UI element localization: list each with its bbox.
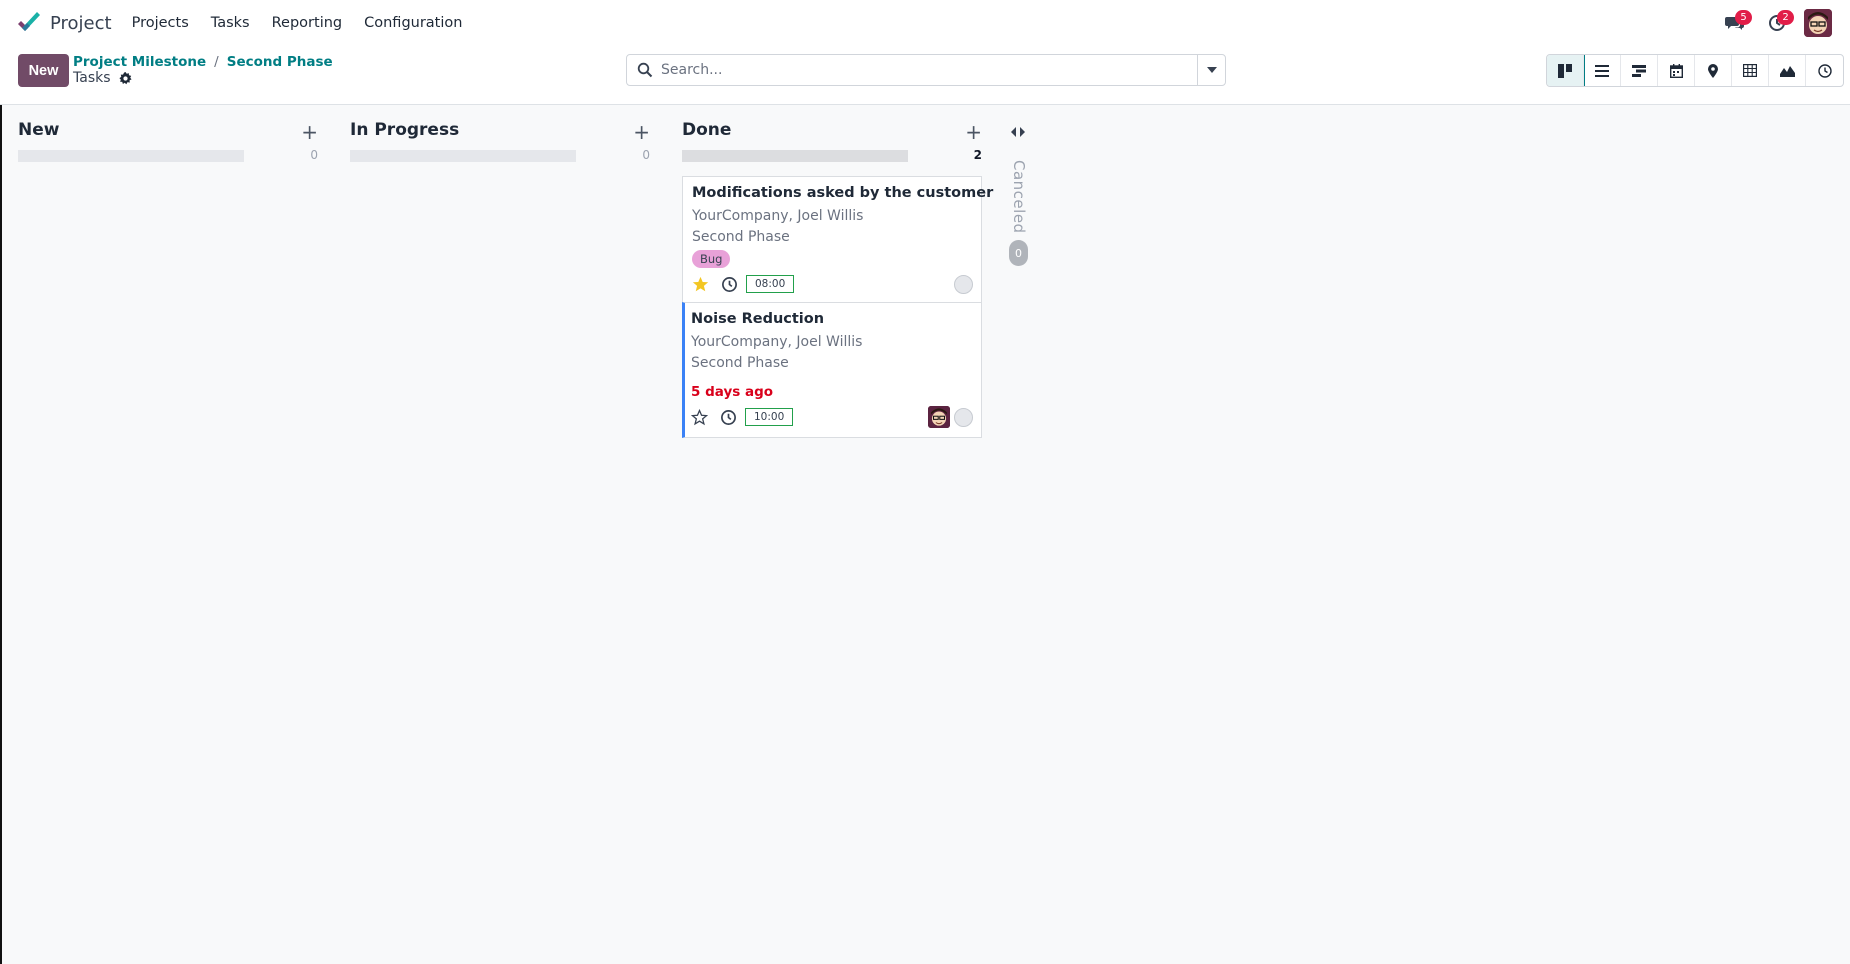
clock-icon[interactable] bbox=[720, 409, 737, 426]
list-icon bbox=[1595, 64, 1609, 77]
main-menu: Projects Tasks Reporting Configuration bbox=[132, 15, 485, 31]
column-progress-bar[interactable] bbox=[350, 150, 576, 162]
page-title: Tasks bbox=[73, 70, 132, 86]
task-title: Noise Reduction bbox=[691, 311, 825, 327]
search-bar bbox=[626, 54, 1226, 86]
view-activity-button[interactable] bbox=[1806, 55, 1843, 86]
column-count: 0 bbox=[642, 148, 650, 162]
view-switcher bbox=[1546, 54, 1844, 87]
star-filled-icon[interactable] bbox=[692, 276, 709, 293]
activities-button[interactable]: 2 bbox=[1760, 8, 1794, 38]
folded-column-title: Canceled bbox=[1010, 160, 1028, 234]
kanban-icon bbox=[1558, 63, 1572, 78]
pivot-icon bbox=[1743, 64, 1757, 77]
view-calendar-button[interactable] bbox=[1658, 55, 1695, 86]
column-quick-add-button[interactable]: + bbox=[633, 120, 650, 144]
kanban-board: New + 0 In Progress + 0 Done + 2 Modific… bbox=[0, 106, 1850, 964]
avatar-face-icon bbox=[928, 406, 950, 428]
column-count: 0 bbox=[310, 148, 318, 162]
column-progress-bar[interactable] bbox=[18, 150, 244, 162]
task-state-toggle[interactable] bbox=[954, 407, 973, 427]
task-state-toggle[interactable] bbox=[954, 274, 973, 294]
star-outline-icon[interactable] bbox=[691, 408, 708, 426]
column-count: 2 bbox=[973, 148, 982, 162]
kanban-column-done: Done + 2 Modifications asked by the cust… bbox=[682, 106, 993, 446]
task-milestone: Second Phase bbox=[691, 355, 789, 371]
breadcrumb-project-milestone[interactable]: Project Milestone bbox=[73, 54, 206, 70]
graph-icon bbox=[1779, 65, 1795, 77]
kanban-column-canceled-folded[interactable]: Canceled 0 bbox=[1006, 106, 1032, 266]
view-gantt-button[interactable] bbox=[1621, 55, 1658, 86]
task-title: Modifications asked by the customer bbox=[692, 185, 994, 201]
task-footer: 10:00 bbox=[691, 406, 973, 428]
column-quick-add-button[interactable]: + bbox=[965, 120, 982, 144]
column-header: In Progress + bbox=[350, 120, 650, 144]
view-list-button[interactable] bbox=[1584, 55, 1621, 86]
task-card[interactable]: Noise Reduction YourCompany, Joel Willis… bbox=[682, 302, 982, 438]
breadcrumb-separator: / bbox=[214, 54, 219, 70]
search-icon bbox=[637, 62, 653, 78]
map-pin-icon bbox=[1708, 63, 1718, 78]
menu-reporting[interactable]: Reporting bbox=[272, 15, 343, 31]
avatar-face-icon bbox=[1804, 9, 1832, 37]
top-navbar: Project Projects Tasks Reporting Configu… bbox=[0, 0, 1850, 46]
menu-configuration[interactable]: Configuration bbox=[364, 15, 462, 31]
view-pivot-button[interactable] bbox=[1732, 55, 1769, 86]
activities-badge: 2 bbox=[1777, 10, 1794, 25]
column-header: Done + bbox=[682, 120, 982, 144]
task-tag: Bug bbox=[692, 250, 731, 268]
app-name: Project bbox=[50, 12, 112, 34]
systray: 5 2 bbox=[1710, 8, 1832, 38]
caret-down-icon bbox=[1206, 67, 1217, 73]
task-footer: 08:00 bbox=[692, 274, 973, 294]
gantt-icon bbox=[1632, 64, 1646, 77]
task-milestone: Second Phase bbox=[692, 229, 790, 245]
breadcrumb-second-phase[interactable]: Second Phase bbox=[227, 54, 333, 70]
column-title: Done bbox=[682, 120, 732, 140]
gear-icon[interactable] bbox=[118, 71, 132, 85]
activity-icon bbox=[1817, 63, 1832, 78]
expand-column-icon[interactable] bbox=[1010, 126, 1026, 138]
project-logo-icon bbox=[18, 12, 40, 31]
column-header: New + bbox=[18, 120, 318, 144]
column-quick-add-button[interactable]: + bbox=[301, 120, 318, 144]
task-company: YourCompany, Joel Willis bbox=[692, 208, 864, 224]
task-card[interactable]: Modifications asked by the customer Your… bbox=[682, 176, 993, 303]
messages-button[interactable]: 5 bbox=[1718, 8, 1752, 38]
view-map-button[interactable] bbox=[1695, 55, 1732, 86]
new-button[interactable]: New bbox=[18, 54, 69, 87]
allocated-time-badge: 10:00 bbox=[745, 408, 794, 426]
view-graph-button[interactable] bbox=[1769, 55, 1806, 86]
calendar-icon bbox=[1669, 63, 1683, 78]
breadcrumb: Project Milestone / Second Phase bbox=[73, 54, 333, 70]
search-options-toggle[interactable] bbox=[1197, 55, 1225, 85]
column-title: New bbox=[18, 120, 60, 140]
control-panel: New Project Milestone / Second Phase Tasks bbox=[0, 46, 1850, 105]
menu-projects[interactable]: Projects bbox=[132, 15, 189, 31]
assignee-avatar[interactable] bbox=[928, 406, 950, 428]
view-kanban-button[interactable] bbox=[1547, 55, 1585, 86]
user-avatar[interactable] bbox=[1804, 9, 1832, 37]
app-brand[interactable]: Project bbox=[16, 11, 112, 35]
messages-badge: 5 bbox=[1735, 10, 1752, 25]
menu-tasks[interactable]: Tasks bbox=[211, 15, 250, 31]
folded-column-count: 0 bbox=[1009, 240, 1028, 266]
column-title: In Progress bbox=[350, 120, 460, 140]
clock-icon[interactable] bbox=[721, 276, 738, 293]
page-title-text: Tasks bbox=[73, 70, 111, 86]
search-input[interactable] bbox=[661, 62, 1191, 78]
task-company: YourCompany, Joel Willis bbox=[691, 334, 863, 350]
column-progress-bar[interactable] bbox=[682, 150, 908, 162]
task-deadline: 5 days ago bbox=[691, 384, 774, 400]
allocated-time-badge: 08:00 bbox=[746, 275, 795, 293]
